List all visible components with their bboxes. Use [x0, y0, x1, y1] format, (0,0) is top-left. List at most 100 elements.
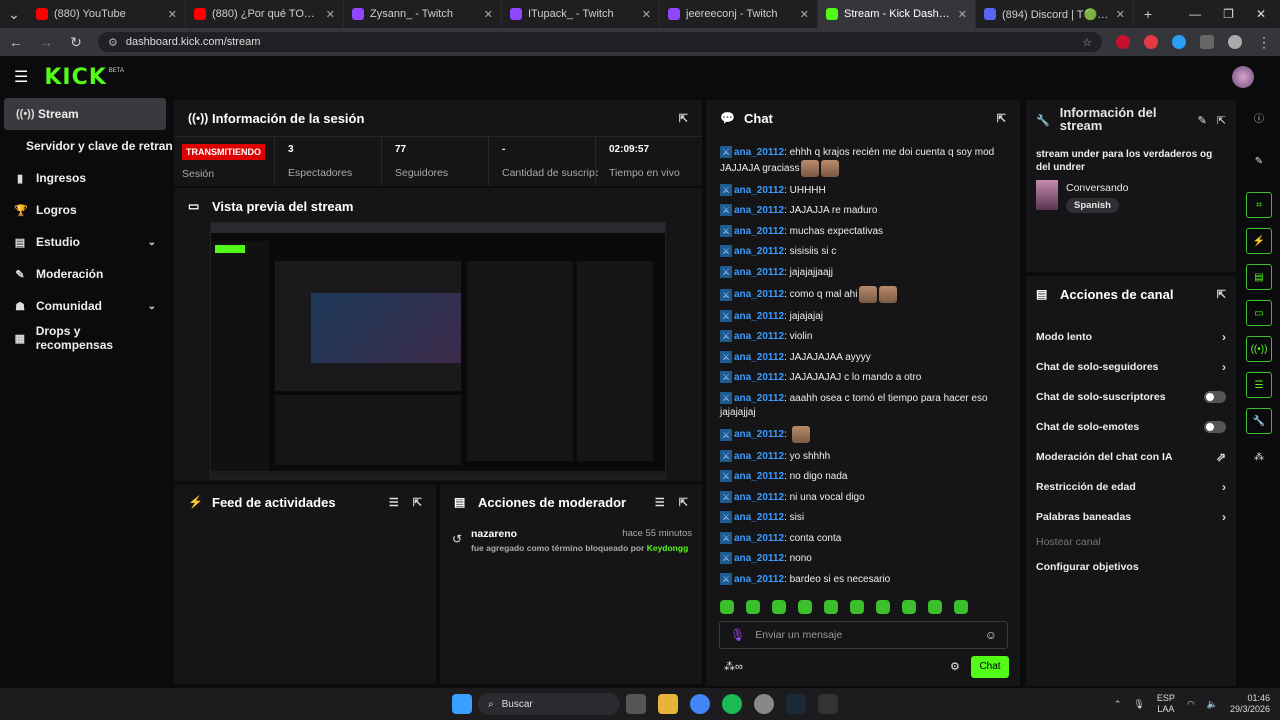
- popout-icon[interactable]: ⇱: [1217, 114, 1226, 127]
- chat-username[interactable]: ana_20112: [734, 372, 784, 383]
- browser-tab[interactable]: (894) Discord | T🟢 ESPERA 1 ✕: [976, 0, 1134, 28]
- chat-bubble-icon[interactable]: ▭: [1246, 300, 1272, 326]
- chat-message[interactable]: ⚔ ana_20112: conta conta: [706, 531, 1020, 546]
- chat-message[interactable]: ⚔ ana_20112: JAJAJAJAJ c lo mando a otro: [706, 371, 1020, 385]
- chat-users-icon[interactable]: ⁂∞: [724, 660, 743, 673]
- tab-close-icon[interactable]: ✕: [800, 8, 809, 21]
- back-icon[interactable]: ←: [8, 34, 24, 50]
- sidebar-item[interactable]: ✎ Moderación: [0, 258, 172, 290]
- browser-tab[interactable]: Zysann_ - Twitch ✕: [344, 0, 502, 28]
- chat-message[interactable]: ⚔ ana_20112: ni una vocal digo: [706, 490, 1020, 505]
- tab-close-icon[interactable]: ✕: [484, 8, 493, 21]
- minimize-icon[interactable]: —: [1189, 7, 1201, 21]
- chat-message[interactable]: ⚔ ana_20112: ehhh q krajos recién me doi …: [706, 146, 1020, 177]
- popout-icon[interactable]: ⇱: [997, 112, 1006, 125]
- chat-username[interactable]: ana_20112: [734, 574, 784, 585]
- chat-username[interactable]: ana_20112: [734, 471, 784, 482]
- chat-username[interactable]: ana_20112: [734, 533, 784, 544]
- mod-list-icon[interactable]: ☰: [1246, 372, 1272, 398]
- wifi-icon[interactable]: ◠: [1187, 699, 1195, 710]
- chevron-right-icon[interactable]: ›: [1222, 330, 1226, 344]
- lang-code[interactable]: ESP: [1157, 693, 1175, 704]
- chat-username[interactable]: ana_20112: [734, 553, 784, 564]
- tab-close-icon[interactable]: ✕: [326, 8, 335, 21]
- document-icon[interactable]: ▤: [1246, 264, 1272, 290]
- browser-tab[interactable]: (880) ¿Por qué TODOS los ARTÍ ✕: [186, 0, 344, 28]
- popout-icon[interactable]: ⇱: [679, 496, 688, 509]
- chat-message[interactable]: ⚔ ana_20112: jajajajaj: [706, 309, 1020, 324]
- extensions-puzzle-icon[interactable]: [1200, 35, 1214, 49]
- screenshot-icon[interactable]: ⌗: [1246, 192, 1272, 218]
- chat-log[interactable]: ⚔ ana_20112: ehhh q krajos recién me doi …: [706, 146, 1020, 592]
- channel-action-item[interactable]: Restricción de edad ›: [1026, 472, 1236, 502]
- emote-icon[interactable]: [876, 600, 890, 614]
- chat-username[interactable]: ana_20112: [734, 331, 784, 342]
- popout-icon[interactable]: ⇱: [413, 496, 422, 509]
- channel-action-item[interactable]: Moderación del chat con IA ⇗: [1026, 442, 1236, 472]
- avatar[interactable]: [1232, 66, 1254, 88]
- new-tab-icon[interactable]: +: [1140, 6, 1156, 22]
- channel-action-item[interactable]: Chat de solo-suscriptores: [1026, 382, 1236, 412]
- emote-icon[interactable]: [772, 600, 786, 614]
- browser-tab[interactable]: Stream - Kick Dashboard ✕: [818, 0, 976, 28]
- chat-message[interactable]: ⚔ ana_20112: muchas expectativas: [706, 224, 1020, 239]
- browser-tab[interactable]: ITupack_ - Twitch ✕: [502, 0, 660, 28]
- lightning-icon[interactable]: ⚡: [1246, 228, 1272, 254]
- extension-icon[interactable]: [1144, 35, 1158, 49]
- sidebar-item[interactable]: ▤ Estudio ⌄: [0, 226, 172, 258]
- broadcast-icon[interactable]: ((•)): [1246, 336, 1272, 362]
- forward-icon[interactable]: →: [38, 34, 54, 50]
- chat-message[interactable]: ⚔ ana_20112: jajajajjaajj: [706, 265, 1020, 280]
- emote-icon[interactable]: [824, 600, 838, 614]
- edit-icon[interactable]: ✎: [1198, 114, 1207, 127]
- toggle-switch[interactable]: [1204, 421, 1226, 433]
- channel-action-item[interactable]: Configurar objetivos: [1026, 552, 1236, 582]
- chat-message[interactable]: ⚔ ana_20112: sisi: [706, 511, 1020, 525]
- microphone-icon[interactable]: 🎙: [730, 628, 745, 642]
- chat-username[interactable]: ana_20112: [734, 267, 784, 278]
- edit-icon[interactable]: ✎: [1246, 148, 1272, 174]
- sidebar-item[interactable]: ▮ Ingresos: [0, 162, 172, 194]
- chat-username[interactable]: ana_20112: [734, 205, 784, 216]
- chat-message[interactable]: ⚔ ana_20112: sisisiis si c: [706, 245, 1020, 259]
- browser-menu-icon[interactable]: ⋮: [1256, 34, 1272, 51]
- epic-games-icon[interactable]: [818, 694, 838, 714]
- chat-username[interactable]: ana_20112: [734, 311, 784, 322]
- kick-logo[interactable]: KICK: [44, 65, 106, 90]
- chevron-down-icon[interactable]: ⌄: [148, 301, 156, 312]
- tab-close-icon[interactable]: ✕: [1116, 8, 1125, 21]
- sidebar-item[interactable]: ▦ Drops y recompensas: [0, 322, 172, 354]
- chat-username[interactable]: ana_20112: [734, 393, 784, 404]
- browser-tab[interactable]: (880) YouTube ✕: [28, 0, 186, 28]
- chat-message[interactable]: ⚔ ana_20112: UHHHH: [706, 183, 1020, 198]
- sidebar-item[interactable]: ☗ Comunidad ⌄: [0, 290, 172, 322]
- chat-message[interactable]: ⚔ ana_20112: bardeo si es necesario: [706, 572, 1020, 587]
- popout-icon[interactable]: ⇱: [679, 112, 688, 125]
- reload-icon[interactable]: ↻: [68, 34, 84, 51]
- mod-entry-by[interactable]: Keydongg: [647, 543, 689, 553]
- emote-icon[interactable]: [798, 600, 812, 614]
- spotify-icon[interactable]: [722, 694, 742, 714]
- chat-username[interactable]: ana_20112: [734, 492, 784, 503]
- steam-icon[interactable]: [786, 694, 806, 714]
- channel-action-item[interactable]: Palabras baneadas ›: [1026, 502, 1236, 532]
- chat-send-button[interactable]: Chat: [971, 656, 1009, 678]
- chevron-down-icon[interactable]: ⌄: [148, 237, 156, 248]
- chevron-right-icon[interactable]: ›: [1222, 480, 1226, 494]
- chat-username[interactable]: ana_20112: [734, 246, 784, 257]
- info-icon[interactable]: ⓘ: [1246, 104, 1272, 130]
- chat-username[interactable]: ana_20112: [734, 512, 784, 523]
- tray-chevron-icon[interactable]: ⌃: [1114, 699, 1122, 710]
- toggle-switch[interactable]: [1204, 391, 1226, 403]
- file-explorer-icon[interactable]: [658, 694, 678, 714]
- chat-input[interactable]: 🎙 Enviar un mensaje ☺: [719, 621, 1008, 649]
- chevron-right-icon[interactable]: ›: [1222, 360, 1226, 374]
- browser-tab[interactable]: jeereeconj - Twitch ✕: [660, 0, 818, 28]
- filter-icon[interactable]: ☰: [389, 496, 399, 509]
- chevron-right-icon[interactable]: ›: [1222, 510, 1226, 524]
- profile-icon[interactable]: [1228, 35, 1242, 49]
- emoji-icon[interactable]: ☺: [985, 628, 997, 642]
- emote-icon[interactable]: [720, 600, 734, 614]
- category-name[interactable]: Conversando: [1066, 182, 1128, 194]
- chrome-icon[interactable]: [690, 694, 710, 714]
